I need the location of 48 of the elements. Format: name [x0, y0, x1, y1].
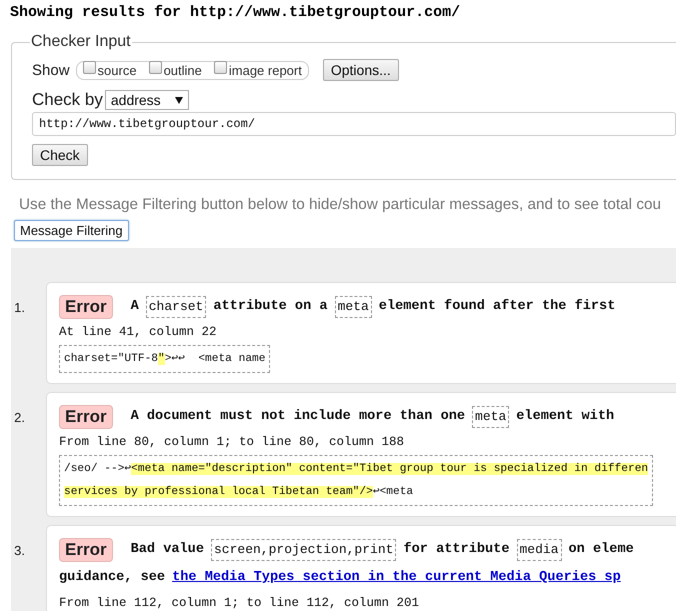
message-filtering-button[interactable]: Message Filtering — [14, 220, 129, 241]
message-text: A document must not include more than one — [130, 408, 466, 426]
check-button[interactable]: Check — [32, 144, 88, 166]
message-text: for attribute — [403, 541, 510, 559]
check-by-dropdown[interactable]: address — [104, 90, 189, 110]
message-text: element with — [516, 408, 614, 426]
message-text: A — [130, 298, 139, 316]
check-by-label: Check by — [32, 90, 103, 110]
results-heading: Showing results for http://www.tibetgrouptour.com/ — [10, 4, 460, 21]
message-text: Bad value — [130, 541, 204, 559]
code-term: media — [516, 539, 562, 561]
code-term: meta — [472, 406, 510, 428]
error-badge: Error — [59, 295, 113, 319]
show-option[interactable]: image report — [214, 62, 302, 78]
error-badge: Error — [59, 538, 113, 562]
message-number: 2. — [14, 410, 25, 425]
message-text: guidance, see — [59, 569, 166, 587]
location-text: At line 41, column 22 — [59, 325, 218, 339]
location-text: From line 80, column 1; to line 80, column 188 — [59, 435, 406, 449]
message-text: attribute on a — [213, 298, 328, 316]
code-text: >↩↩ <meta name — [164, 353, 266, 365]
caret-icon — [174, 96, 183, 104]
message-text: on eleme — [568, 541, 634, 559]
show-option[interactable]: outline — [148, 62, 202, 78]
code-text: /seo/ -->↩ — [64, 463, 132, 475]
options-button[interactable]: Options... — [322, 59, 399, 81]
code-term: screen,projection,print — [211, 539, 396, 561]
panel-legend: Checker Input — [30, 33, 132, 51]
message-text: element found after the first — [378, 298, 616, 316]
show-label: Show — [32, 62, 70, 78]
checkbox[interactable] — [82, 60, 96, 74]
url-input-field[interactable]: http://www.tibetgrouptour.com/ — [32, 112, 676, 136]
highlighted-code: " — [158, 353, 165, 365]
show-option[interactable]: source — [82, 62, 137, 78]
filtering-hint: Use the Message Filtering button below to hide/show particular messages, and to see total cou — [19, 196, 661, 214]
checkbox[interactable] — [148, 60, 162, 74]
message-number: 1. — [14, 300, 25, 315]
code-text: charset="UTF-8 — [64, 353, 158, 365]
message-number: 3. — [14, 543, 25, 558]
checkbox[interactable] — [214, 60, 227, 74]
location-text: From line 112, column 1; to line 112, column 201 — [59, 596, 420, 610]
highlighted-code: services by professional local Tibetan team"/> — [64, 486, 373, 498]
highlighted-code: <meta name="description" content="Tibet group tour is specialized in differen — [131, 463, 648, 475]
spec-link[interactable]: the Media Types section in the current Media Queries sp — [172, 564, 621, 592]
code-term: meta — [334, 296, 372, 318]
code-text: ↩<meta — [372, 486, 414, 498]
error-badge: Error — [59, 405, 113, 429]
code-term: charset — [146, 296, 206, 318]
